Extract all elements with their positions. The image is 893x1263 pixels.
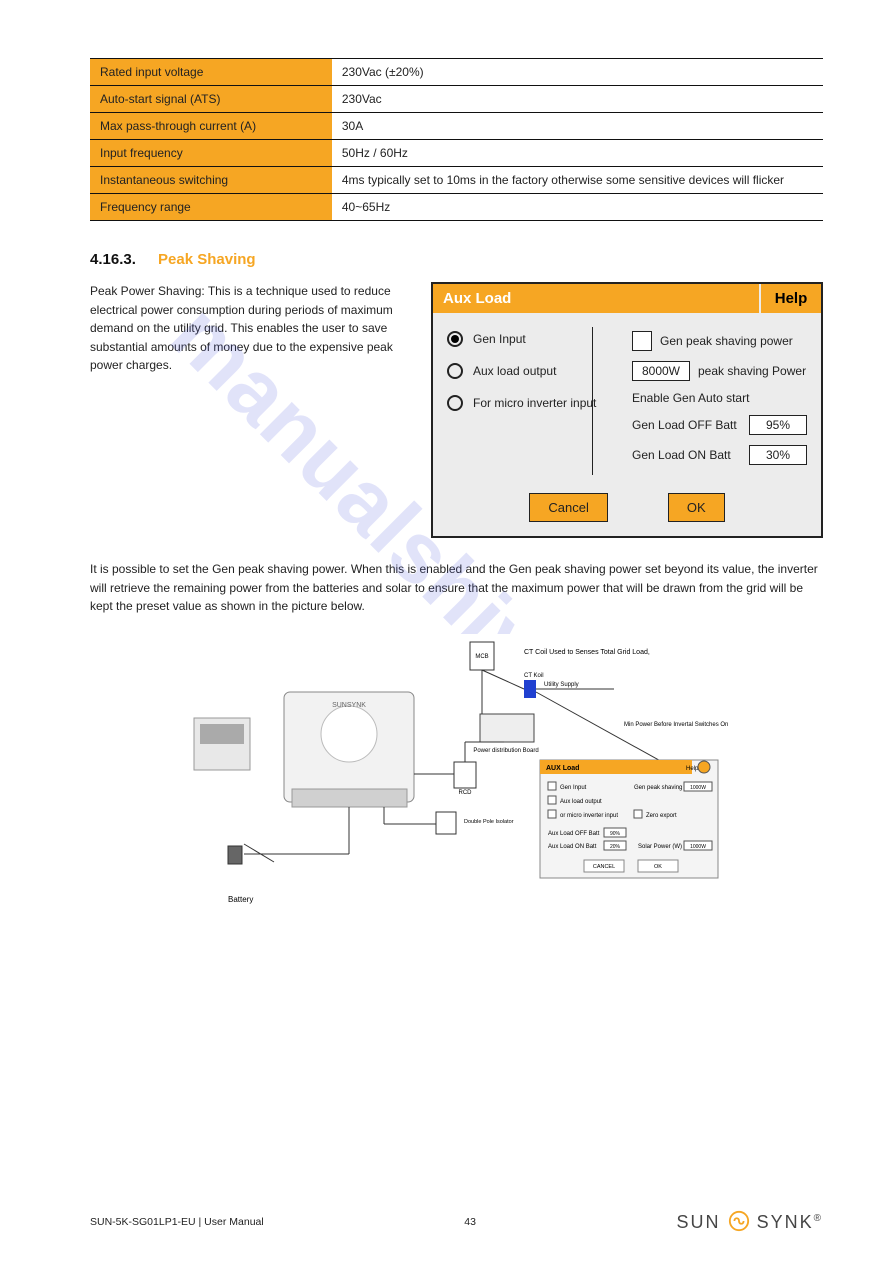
utility-supply-label: Utility Supply [544, 682, 579, 688]
spec-label: Frequency range [90, 194, 332, 221]
paragraph: It is possible to set the Gen peak shavi… [90, 560, 823, 616]
logo-swirl-icon [728, 1210, 750, 1232]
table-row: Auto-start signal (ATS)230Vac [90, 86, 823, 113]
gen-load-off-label: Gen Load OFF Batt [632, 418, 737, 432]
radio-label: Aux load output [473, 364, 556, 378]
radio-label: For micro inverter input [473, 396, 596, 410]
spec-label: Input frequency [90, 140, 332, 167]
peak-shaving-value-row: 8000W peak shaving Power [632, 361, 807, 381]
page-footer: SUN-5K-SG01LP1-EU | User Manual 43 SUN S… [0, 1210, 893, 1233]
mini-panel-title: AUX Load [546, 765, 579, 772]
diagram-brand: SUNSYNK [332, 702, 366, 709]
peak-shaving-power-input[interactable]: 8000W [632, 361, 690, 381]
footer-left-text: SUN-5K-SG01LP1-EU | User Manual [90, 1216, 264, 1228]
mini-off-val: 90% [610, 831, 621, 837]
mini-micro: or micro inverter input [560, 813, 618, 819]
panel-title: Aux Load [433, 284, 759, 313]
mini-on-label: Aux Load ON Batt [548, 844, 597, 850]
gen-peak-shaving-row[interactable]: Gen peak shaving power [632, 331, 807, 351]
spec-label: Max pass-through current (A) [90, 113, 332, 140]
section-title-text: Peak Shaving [158, 251, 256, 268]
radio-icon[interactable] [447, 363, 463, 379]
spec-value: 40~65Hz [332, 194, 823, 221]
table-row: Instantaneous switching4ms typically set… [90, 167, 823, 194]
radio-icon[interactable] [447, 331, 463, 347]
enable-gen-auto-label-row: Enable Gen Auto start [632, 391, 807, 405]
rcd-label: RCD [459, 790, 473, 796]
spec-value: 4ms typically set to 10ms in the factory… [332, 167, 823, 194]
checkbox-label: Gen peak shaving power [660, 334, 793, 348]
gen-load-on-row: Gen Load ON Batt 30% [632, 445, 807, 465]
enable-gen-auto-label: Enable Gen Auto start [632, 391, 749, 405]
mini-gen-input: Gen Input [560, 785, 587, 791]
mini-solar-label: Solar Power (W) [638, 844, 682, 850]
panel-left-column: Gen Input Aux load output For micro inve… [447, 331, 622, 475]
spec-label: Rated input voltage [90, 59, 332, 86]
gen-load-on-input[interactable]: 30% [749, 445, 807, 465]
max-power-label: Min Power Before Invertal Switches On [624, 722, 728, 728]
gen-load-on-label: Gen Load ON Batt [632, 448, 731, 462]
section-heading: 4.16.3. Peak Shaving [90, 251, 823, 268]
spec-value: 50Hz / 60Hz [332, 140, 823, 167]
battery-label: Battery [228, 895, 253, 904]
help-button[interactable]: Help [761, 284, 821, 313]
logo-left: SUN [677, 1212, 721, 1232]
pd-board-label: Power distribution Board [473, 748, 538, 754]
value-label: peak shaving Power [698, 364, 806, 378]
spec-value: 230Vac (±20%) [332, 59, 823, 86]
aux-load-panel: Aux Load Help Gen Input Aux load output [431, 282, 823, 538]
table-row: Frequency range40~65Hz [90, 194, 823, 221]
page-content: Rated input voltage230Vac (±20%) Auto-st… [0, 0, 893, 974]
mini-solar-val: 1000W [690, 844, 706, 850]
gen-load-off-row: Gen Load OFF Batt 95% [632, 415, 807, 435]
section-number: 4.16.3. [90, 251, 136, 268]
micro-inverter-radio-row[interactable]: For micro inverter input [447, 395, 622, 411]
footer-page-number: 43 [464, 1216, 476, 1228]
mini-on-val: 20% [610, 844, 621, 850]
radio-label: Gen Input [473, 332, 526, 346]
mini-cancel-button: CANCEL [593, 864, 615, 870]
gen-input-radio-row[interactable]: Gen Input [447, 331, 622, 347]
mini-gps-val: 1000W [690, 785, 706, 791]
ct-koil-label: CT Koil [524, 673, 544, 679]
ok-button[interactable]: OK [668, 493, 725, 522]
radio-icon[interactable] [447, 395, 463, 411]
ct-coil-label: CT Coil Used to Senses Total Grid Load, [524, 649, 650, 656]
cancel-button[interactable]: Cancel [529, 493, 607, 522]
spec-value: 30A [332, 113, 823, 140]
mcb-label: MCB [475, 654, 488, 660]
table-row: Input frequency50Hz / 60Hz [90, 140, 823, 167]
mini-ok-button: OK [654, 864, 662, 870]
spec-label: Auto-start signal (ATS) [90, 86, 332, 113]
mini-aux-out: Aux load output [560, 799, 602, 805]
mini-zero: Zero export [646, 813, 677, 819]
paragraph: Peak Power Shaving: This is a technique … [90, 282, 405, 375]
wiring-diagram: SUNSYNK MCB CT Coil Used to Senses Total… [184, 634, 729, 934]
brand-logo: SUN SYNK® [677, 1210, 823, 1233]
checkbox-icon[interactable] [632, 331, 652, 351]
aux-load-output-radio-row[interactable]: Aux load output [447, 363, 622, 379]
mini-off-label: Aux Load OFF Batt [548, 831, 600, 837]
registered-icon: ® [814, 1213, 823, 1224]
gen-load-off-input[interactable]: 95% [749, 415, 807, 435]
spec-label: Instantaneous switching [90, 167, 332, 194]
spec-value: 230Vac [332, 86, 823, 113]
spec-table: Rated input voltage230Vac (±20%) Auto-st… [90, 58, 823, 221]
dpi-label: Double Pole Isolator [464, 819, 514, 825]
mini-help: Help [686, 766, 699, 772]
intro-paragraph-left: Peak Power Shaving: This is a technique … [90, 282, 411, 385]
table-row: Max pass-through current (A)30A [90, 113, 823, 140]
panel-right-column: Gen peak shaving power 8000W peak shavin… [632, 331, 807, 475]
table-row: Rated input voltage230Vac (±20%) [90, 59, 823, 86]
logo-right: SYNK [757, 1212, 814, 1232]
